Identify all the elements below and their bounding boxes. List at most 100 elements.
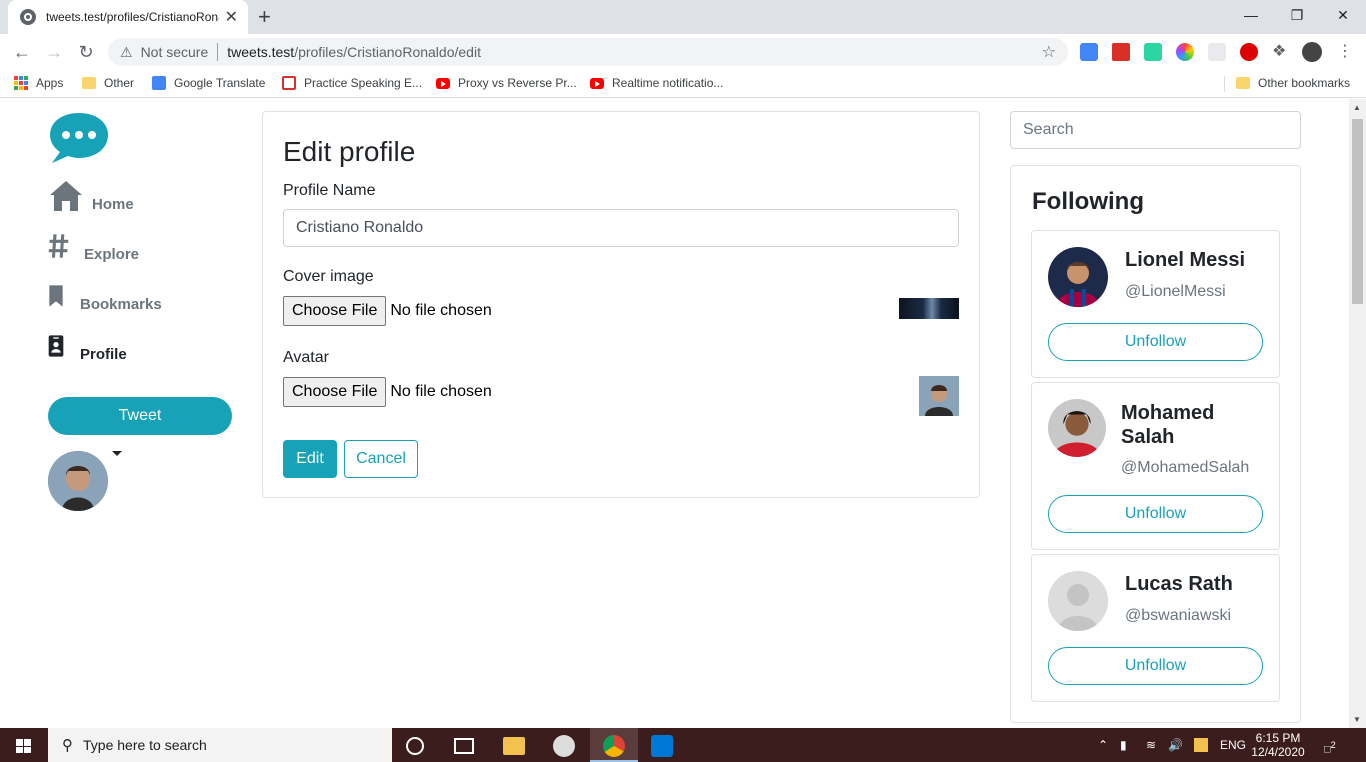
following-avatar[interactable] [1048,247,1108,307]
volume-icon[interactable]: 🔊 [1168,728,1183,762]
nav-bookmarks[interactable]: Bookmarks [48,279,162,313]
wifi-icon[interactable]: ≋ [1146,728,1156,762]
reload-icon[interactable]: ↻ [74,40,98,64]
notification-center-icon[interactable]: □2 [1324,728,1336,762]
cover-image-preview [899,298,959,319]
avatar-image-preview [919,376,959,416]
cover-file-input: Choose File No file chosen [283,296,492,326]
unfollow-button[interactable]: Unfollow [1048,323,1263,361]
vscode-icon[interactable] [651,735,673,757]
bookmark-icon [49,285,63,307]
security-icon[interactable] [1194,738,1208,752]
following-avatar-image [1048,399,1106,457]
taskbar-clock[interactable]: 6:15 PM 12/4/2020 [1248,731,1308,759]
scrollbar-thumb[interactable] [1352,119,1363,304]
megaphone-extension-icon[interactable] [1112,43,1130,61]
language-indicator[interactable]: ENG [1220,728,1246,762]
search-input[interactable] [1010,111,1301,149]
bookmarks-divider [1224,76,1225,92]
bookmark-label: Practice Speaking E... [304,76,423,90]
task-view-icon[interactable] [454,738,474,754]
following-name[interactable]: Mohamed Salah [1121,401,1241,449]
cortana-icon[interactable] [406,737,424,755]
folder-icon [1236,77,1250,89]
following-avatar[interactable] [1048,399,1106,457]
following-name[interactable]: Lionel Messi [1125,248,1245,272]
tab-strip: tweets.test/profiles/CristianoRonaldo/ed… [0,0,1366,34]
following-item: Lucas Rath @bswaniawski Unfollow [1031,554,1280,702]
clock-app-icon[interactable] [553,735,575,757]
edit-submit-button[interactable]: Edit [283,440,337,478]
taskbar-search[interactable]: ⚲ Type here to search [48,728,392,762]
tab-close-icon[interactable]: ✕ [225,7,238,27]
bookmark-other-bookmarks[interactable]: Other bookmarks [1236,76,1350,90]
cancel-button[interactable]: Cancel [344,440,418,478]
bookmark-label: Other [104,76,135,90]
new-tab-button[interactable]: + [258,4,271,30]
chevron-up-icon[interactable]: ⌃ [1098,728,1108,762]
notion-extension-icon[interactable] [1144,43,1162,61]
profile-name-input[interactable] [283,209,959,247]
folder-icon [82,77,96,89]
url-path: /profiles/CristianoRonaldo/edit [294,44,481,60]
extensions-puzzle-icon[interactable]: ❖ [1272,43,1290,61]
restore-button[interactable]: ❐ [1274,0,1320,30]
minimize-button[interactable]: — [1228,0,1274,30]
bookmark-apps[interactable]: Apps [14,76,63,90]
following-handle: @bswaniawski [1125,607,1232,624]
security-status[interactable]: Not secure [141,44,209,60]
nav-profile[interactable]: Profile [48,329,127,363]
chat-bubble-logo-icon[interactable] [48,111,110,165]
tweet-button[interactable]: Tweet [48,397,232,435]
page-scrollbar[interactable]: ▲ ▼ [1349,99,1366,728]
battery-icon[interactable]: ▮ [1120,728,1136,762]
browser-menu-icon[interactable]: ⋮ [1336,43,1354,61]
nav-label: Profile [80,346,127,363]
bookmark-label: Other bookmarks [1258,76,1351,90]
avatar-file-input: Choose File No file chosen [283,377,492,407]
cover-file-status: No file chosen [390,302,492,319]
user-avatar[interactable] [48,451,108,511]
cover-choose-file-button[interactable]: Choose File [283,296,387,326]
nav-label: Explore [84,246,140,263]
following-item: Lionel Messi @LionelMessi Unfollow [1031,230,1280,378]
avatar-choose-file-button[interactable]: Choose File [283,377,387,407]
profile-avatar-icon[interactable] [1302,42,1322,62]
back-arrow-icon[interactable]: ← [10,40,34,64]
windows-start-icon[interactable] [16,739,32,753]
bookmark-practice-speaking[interactable]: Practice Speaking E... [282,76,422,90]
adblock-extension-icon[interactable] [1240,43,1258,61]
browser-tab[interactable]: tweets.test/profiles/CristianoRonaldo/ed… [8,0,248,34]
warning-icon: ⚠ [120,43,133,60]
search-icon: ⚲ [62,737,73,754]
caret-down-icon[interactable] [112,451,122,456]
browser-toolbar: ← → ↻ ⚠ Not secure tweets.test/profiles/… [0,34,1366,70]
close-window-button[interactable]: ✕ [1320,0,1366,30]
nav-explore[interactable]: Explore [48,229,139,263]
scroll-up-icon[interactable]: ▲ [1353,103,1361,112]
tab-title: tweets.test/profiles/CristianoRonaldo/ed… [46,10,219,24]
youtube-icon [436,77,450,89]
color-extension-icon[interactable] [1176,43,1194,61]
url-host: tweets.test [227,44,295,60]
unfollow-button[interactable]: Unfollow [1048,495,1263,533]
nav-home[interactable]: Home [48,179,134,213]
following-avatar[interactable] [1048,571,1108,631]
bookmark-realtime-notification[interactable]: Realtime notificatio... [590,76,723,90]
blank-extension-icon[interactable] [1208,43,1226,61]
file-explorer-icon[interactable] [503,737,525,755]
bookmark-star-icon[interactable]: ☆ [1042,42,1056,62]
following-name[interactable]: Lucas Rath [1125,572,1233,596]
home-icon [50,181,82,211]
following-item: Mohamed Salah @MohamedSalah Unfollow [1031,382,1280,550]
forward-arrow-icon[interactable]: → [42,40,66,64]
bookmark-other[interactable]: Other [82,76,134,90]
unfollow-button[interactable]: Unfollow [1048,647,1263,685]
bookmark-proxy-vs-reverse[interactable]: Proxy vs Reverse Pr... [436,76,577,90]
page-title: Edit profile [283,136,416,167]
translate-extension-icon[interactable] [1080,43,1098,61]
bookmark-google-translate[interactable]: Google Translate [152,76,265,90]
chrome-icon[interactable] [603,735,625,757]
address-bar[interactable]: ⚠ Not secure tweets.test/profiles/Cristi… [108,38,1068,66]
scroll-down-icon[interactable]: ▼ [1353,715,1361,724]
